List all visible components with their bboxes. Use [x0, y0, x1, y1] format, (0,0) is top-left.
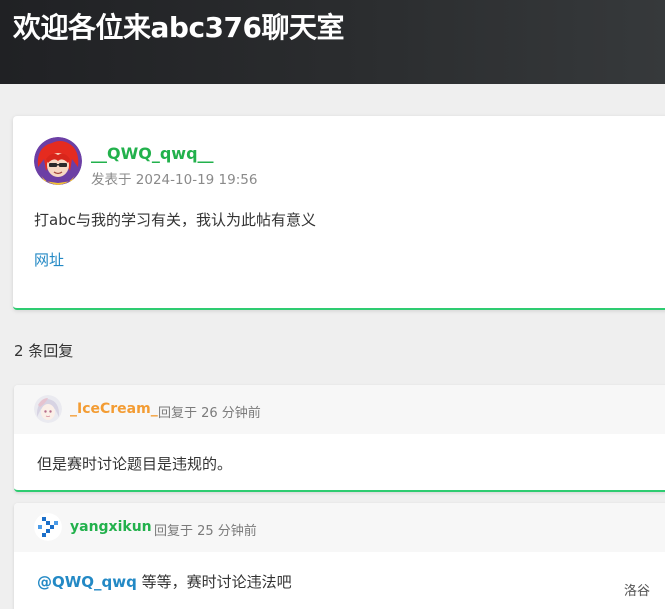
anime-girl-avatar-icon[interactable]: [34, 395, 62, 423]
page-title: 欢迎各位来abc376聊天室: [13, 11, 344, 44]
reply-content: @QWQ_qwq 等等，赛时讨论违法吧: [37, 571, 292, 592]
reply-text: 等等，赛时讨论违法吧: [136, 573, 292, 591]
reply-header: yangxikun 回复于 25 分钟前: [14, 503, 665, 552]
reply-timestamp: 回复于 25 分钟前: [154, 524, 257, 539]
reply-card: _IceCream_ 回复于 26 分钟前 但是赛时讨论题目是违规的。: [14, 385, 665, 492]
post-content: 打abc与我的学习有关，我认为此帖有意义: [34, 211, 316, 229]
reply-content: 但是赛时讨论题目是违规的。: [37, 455, 233, 473]
mention-link[interactable]: @QWQ_qwq: [37, 573, 137, 591]
reply-author-link[interactable]: yangxikun: [70, 519, 152, 535]
site-watermark: 洛谷: [624, 584, 651, 599]
reply-timestamp: 回复于 26 分钟前: [158, 406, 261, 421]
reply-card: yangxikun 回复于 25 分钟前 @QWQ_qwq 等等，赛时讨论违法吧: [14, 503, 665, 609]
reply-header: _IceCream_ 回复于 26 分钟前: [14, 385, 665, 434]
page-header: 欢迎各位来abc376聊天室: [0, 0, 665, 84]
discussion-page: 欢迎各位来abc376聊天室 __QWQ_qwq__ 发表于 2024-10-1…: [0, 0, 665, 609]
post-url-link[interactable]: 网址: [34, 249, 64, 270]
main-post-card: __QWQ_qwq__ 发表于 2024-10-19 19:56 打abc与我的…: [13, 116, 665, 310]
reply-count: 2 条回复: [14, 342, 74, 360]
post-author-link[interactable]: __QWQ_qwq__: [91, 144, 214, 163]
red-haired-anime-avatar-icon[interactable]: [34, 137, 82, 185]
blue-pixel-logo-avatar-icon[interactable]: [34, 513, 62, 541]
reply-author-link[interactable]: _IceCream_: [70, 401, 158, 417]
post-timestamp: 发表于 2024-10-19 19:56: [91, 172, 258, 188]
